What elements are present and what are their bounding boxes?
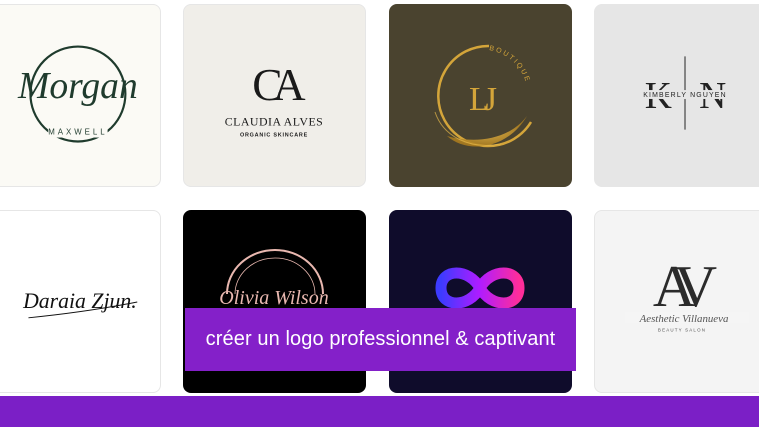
infinity-icon xyxy=(435,267,525,309)
logo-tagline: BEAUTY SALON xyxy=(658,328,706,333)
logo-tagline: ORGANIC SKINCARE xyxy=(240,133,308,139)
logo-card-kimberly-nguyen[interactable]: K N KIMBERLY NGUYEN xyxy=(594,4,759,187)
logo-monogram: LJ xyxy=(469,81,497,118)
logo-arc-text: BOUTIQUE xyxy=(489,45,531,84)
caption-text: créer un logo professionnel & captivant xyxy=(205,328,556,350)
kimberly-nguyen-logo: K N KIMBERLY NGUYEN xyxy=(632,56,738,130)
morgan-maxwell-logo: Morgan MAXWELL xyxy=(17,45,138,143)
logo-gold-swoosh xyxy=(447,116,527,147)
claudia-alves-logo: CA CLAUDIA ALVES ORGANIC SKINCARE xyxy=(225,59,324,139)
caption-banner: créer un logo professionnel & captivant xyxy=(185,308,576,371)
logo-card-claudia-alves[interactable]: CA CLAUDIA ALVES ORGANIC SKINCARE xyxy=(183,4,366,187)
logo-sub-name: MAXWELL xyxy=(48,128,107,137)
daraia-zjun-logo: Daraia Zjun. xyxy=(22,289,138,319)
logo-brand-name: KIMBERLY NGUYEN xyxy=(643,92,727,99)
bottom-accent-bar xyxy=(0,396,759,427)
logo-signature: Daraia Zjun. xyxy=(22,289,137,313)
logo-card-aesthetic-villanueva[interactable]: AV Aesthetic Villanueva BEAUTY SALON xyxy=(594,210,759,393)
logo-card-morgan-maxwell[interactable]: Morgan MAXWELL xyxy=(0,4,161,187)
logo-monogram: CA xyxy=(252,59,305,110)
logo-gallery: Morgan MAXWELL CA CLAUDIA ALVES ORGANIC … xyxy=(0,0,759,427)
logo-script-name: Morgan xyxy=(17,66,138,107)
aesthetic-villanueva-logo: AV Aesthetic Villanueva BEAUTY SALON xyxy=(624,253,750,333)
logo-brand-name: CLAUDIA ALVES xyxy=(225,115,324,129)
logo-card-daraia-zjun[interactable]: Daraia Zjun. xyxy=(0,210,161,393)
logo-script-line: Aesthetic Villanueva xyxy=(639,313,729,325)
logo-script-name: Olivia Wilson xyxy=(219,287,328,309)
lj-boutique-logo: LJ BOUTIQUE xyxy=(434,44,533,148)
logo-card-lj-boutique[interactable]: LJ BOUTIQUE xyxy=(389,4,572,187)
logo-monogram: AV xyxy=(653,253,717,319)
